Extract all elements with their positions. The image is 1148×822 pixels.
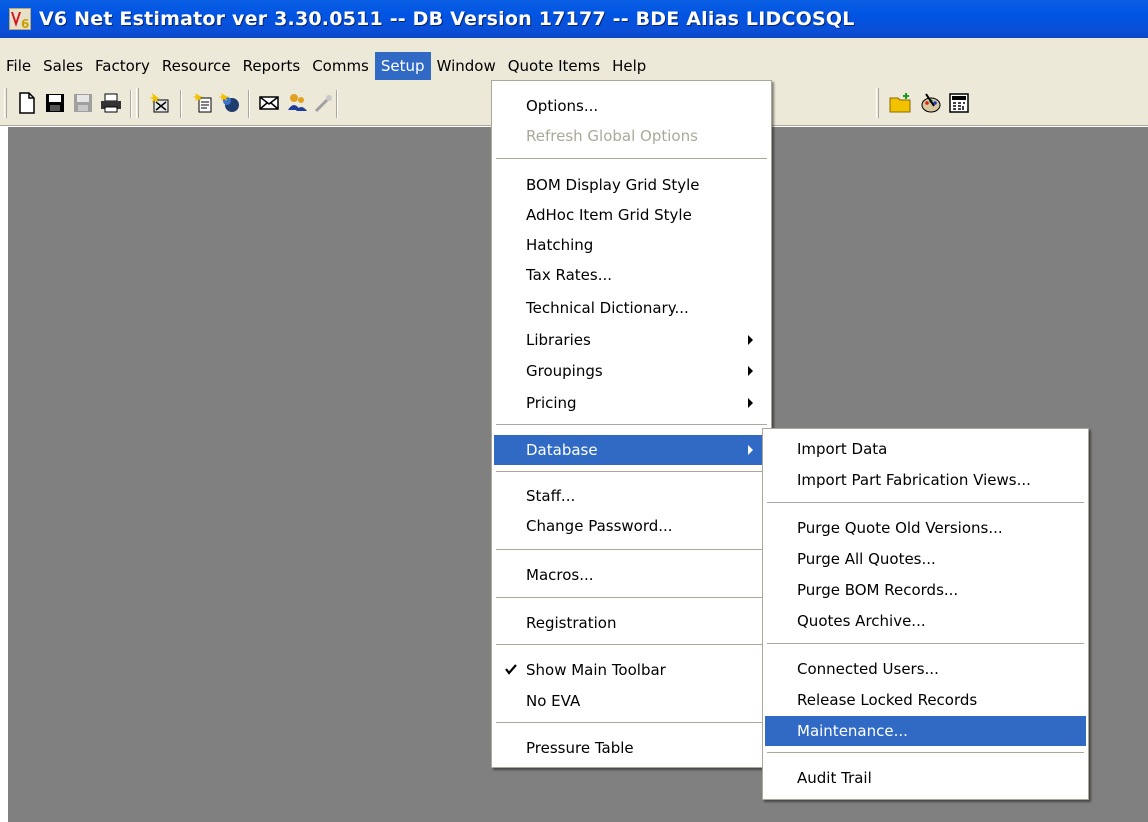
menu-comms[interactable]: Comms <box>306 52 375 80</box>
menu-item-pressure-table[interactable]: Pressure Table <box>494 733 769 763</box>
menu-item-label: Show Main Toolbar <box>526 661 666 679</box>
submenu-item-release-locked-records[interactable]: Release Locked Records <box>765 685 1086 715</box>
submenu-item-purge-all-quotes[interactable]: Purge All Quotes... <box>765 544 1086 574</box>
email-icon[interactable] <box>256 90 282 116</box>
menu-item-tax-rates[interactable]: Tax Rates... <box>494 260 769 290</box>
menu-separator <box>767 752 1084 754</box>
print-icon[interactable] <box>98 90 124 116</box>
users-icon[interactable] <box>216 90 242 116</box>
menu-reports[interactable]: Reports <box>237 52 307 80</box>
window-title: V6 Net Estimator ver 3.30.0511 -- DB Ver… <box>39 8 855 30</box>
save-icon[interactable] <box>42 90 68 116</box>
toolbar-separator <box>180 90 182 118</box>
database-submenu: Import Data Import Part Fabrication View… <box>762 428 1089 800</box>
toolbar-grip[interactable] <box>4 88 7 118</box>
submenu-item-purge-bom-records[interactable]: Purge BOM Records... <box>765 575 1086 605</box>
menu-item-refresh-global-options[interactable]: Refresh Global Options <box>494 121 769 151</box>
submenu-arrow-icon <box>748 366 753 376</box>
menu-item-adhoc-item-grid-style[interactable]: AdHoc Item Grid Style <box>494 200 769 230</box>
menu-setup[interactable]: Setup <box>374 52 431 80</box>
submenu-arrow-icon <box>748 445 753 455</box>
toolbar-grip[interactable] <box>136 88 139 118</box>
menu-item-groupings[interactable]: Groupings <box>494 356 769 386</box>
menu-item-macros[interactable]: Macros... <box>494 560 769 590</box>
new-quote-icon[interactable] <box>146 90 172 116</box>
toolbar-separator <box>336 90 338 118</box>
menu-separator <box>496 644 767 646</box>
setup-menu: Options... Refresh Global Options BOM Di… <box>491 80 772 768</box>
copy-quote-icon[interactable] <box>190 90 216 116</box>
svg-text:6: 6 <box>21 17 29 31</box>
submenu-arrow-icon <box>748 398 753 408</box>
menu-item-show-main-toolbar[interactable]: Show Main Toolbar <box>494 655 769 685</box>
menu-item-libraries[interactable]: Libraries <box>494 325 769 355</box>
submenu-item-import-data[interactable]: Import Data <box>765 434 1086 464</box>
menu-file[interactable]: File <box>0 52 37 80</box>
submenu-item-import-part-fabrication-views[interactable]: Import Part Fabrication Views... <box>765 465 1086 495</box>
menu-separator <box>767 502 1084 504</box>
new-document-icon[interactable] <box>14 90 40 116</box>
v6-app-icon[interactable]: 6 <box>9 8 31 31</box>
menu-separator <box>496 158 767 160</box>
menu-item-database[interactable]: Database <box>494 435 769 465</box>
submenu-item-audit-trail[interactable]: Audit Trail <box>765 763 1086 793</box>
menu-quote-items[interactable]: Quote Items <box>502 52 606 80</box>
menu-item-change-password[interactable]: Change Password... <box>494 511 769 541</box>
menu-item-no-eva[interactable]: No EVA <box>494 686 769 716</box>
submenu-item-connected-users[interactable]: Connected Users... <box>765 654 1086 684</box>
menu-item-options[interactable]: Options... <box>494 91 769 121</box>
menu-separator <box>496 597 767 599</box>
toolbar-separator <box>130 90 132 118</box>
menu-separator <box>496 722 767 724</box>
menu-window[interactable]: Window <box>431 52 502 80</box>
toolbar-grip[interactable] <box>876 88 879 118</box>
menu-bar: File Sales Factory Resource Reports Comm… <box>0 38 1148 80</box>
menu-item-label: Pricing <box>526 394 577 412</box>
toolbar-separator <box>248 90 250 118</box>
submenu-item-maintenance[interactable]: Maintenance... <box>765 716 1086 746</box>
title-bar[interactable]: 6 V6 Net Estimator ver 3.30.0511 -- DB V… <box>0 0 1148 38</box>
menu-item-pricing[interactable]: Pricing <box>494 388 769 418</box>
menu-separator <box>496 471 767 473</box>
users-icon[interactable] <box>284 90 310 116</box>
menu-separator <box>767 643 1084 645</box>
calculator-icon[interactable] <box>946 90 972 116</box>
submenu-arrow-icon <box>748 335 753 345</box>
menu-item-staff[interactable]: Staff... <box>494 481 769 511</box>
checkmark-icon <box>505 664 517 675</box>
menu-item-label: Libraries <box>526 331 591 349</box>
menu-item-label: Groupings <box>526 362 603 380</box>
menu-factory[interactable]: Factory <box>89 52 156 80</box>
menu-resource[interactable]: Resource <box>156 52 237 80</box>
menu-item-hatching[interactable]: Hatching <box>494 230 769 260</box>
palette-icon[interactable] <box>918 90 944 116</box>
menu-separator <box>496 424 767 426</box>
menu-item-technical-dictionary[interactable]: Technical Dictionary... <box>494 293 769 323</box>
new-folder-icon[interactable] <box>888 90 914 116</box>
menu-item-bom-display-grid-style[interactable]: BOM Display Grid Style <box>494 170 769 200</box>
menu-sales[interactable]: Sales <box>37 52 89 80</box>
menu-help[interactable]: Help <box>606 52 652 80</box>
wand-icon[interactable] <box>310 90 336 116</box>
menu-separator <box>496 549 767 551</box>
save-all-icon[interactable] <box>70 90 96 116</box>
submenu-item-quotes-archive[interactable]: Quotes Archive... <box>765 606 1086 636</box>
menu-item-registration[interactable]: Registration <box>494 608 769 638</box>
submenu-item-purge-quote-old-versions[interactable]: Purge Quote Old Versions... <box>765 513 1086 543</box>
menu-item-label: Database <box>526 441 598 459</box>
